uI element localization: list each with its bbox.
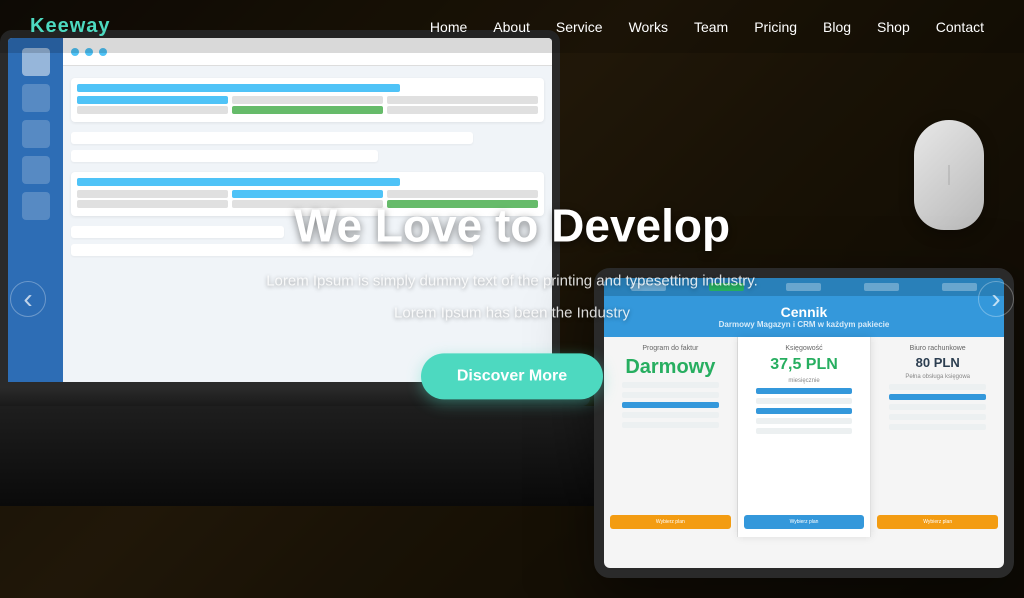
- laptop-keyboard: [0, 406, 620, 506]
- cta-btn-free[interactable]: Wybierz plan: [610, 515, 731, 529]
- feature-4b: [756, 418, 853, 424]
- app-row-2: [71, 150, 378, 162]
- nav-link-pricing[interactable]: Pricing: [744, 13, 807, 41]
- navbar: Keeway Home About Service Works Team Pri…: [0, 0, 1024, 53]
- nav-link-works[interactable]: Works: [619, 13, 678, 41]
- hero-content: We Love to Develop Lorem Ipsum is simply…: [212, 198, 812, 399]
- cta-btn-premium[interactable]: Wybierz plan: [877, 515, 998, 529]
- logo[interactable]: Keeway: [30, 15, 111, 38]
- cell-7: [77, 190, 228, 198]
- cta-btn-premium-label: Wybierz plan: [923, 519, 952, 525]
- feature-4c: [889, 414, 986, 420]
- feature-1c: [889, 384, 986, 390]
- cell-6: [387, 106, 538, 114]
- cell-4: [77, 106, 228, 114]
- nav-link-contact[interactable]: Contact: [926, 13, 994, 41]
- nav-link-team[interactable]: Team: [684, 13, 738, 41]
- nav-link-about[interactable]: About: [483, 13, 540, 41]
- mouse-body: [914, 120, 984, 230]
- slider-arrow-right[interactable]: ›: [978, 281, 1014, 317]
- sidebar-icon-2: [22, 84, 50, 112]
- hero-subtitle-line2: Lorem Ipsum has been the Industry: [212, 302, 812, 326]
- feature-5a: [622, 422, 719, 428]
- app-card-1: [71, 78, 544, 122]
- nav-link-blog[interactable]: Blog: [813, 13, 861, 41]
- cell-10: [77, 200, 228, 208]
- feature-3b: [756, 408, 853, 414]
- feature-3c: [889, 404, 986, 410]
- cell-9: [387, 190, 538, 198]
- feature-4a: [622, 412, 719, 418]
- hero-title: We Love to Develop: [212, 198, 812, 253]
- mouse-center-line: [949, 165, 950, 185]
- table-row-2: [77, 106, 538, 114]
- card-title-2: [77, 178, 400, 186]
- table-row-1: [77, 96, 538, 104]
- col-premium-label: Biuro rachunkowe: [877, 345, 998, 352]
- feature-2c: [889, 394, 986, 400]
- cell-1: [77, 96, 228, 104]
- cell-5: [232, 106, 383, 114]
- feature-5b: [756, 428, 853, 434]
- cell-3: [387, 96, 538, 104]
- col-premium-subtitle: Pełna obsługa księgowa: [877, 374, 998, 380]
- tab-item-5: [942, 283, 977, 291]
- cell-2: [232, 96, 383, 104]
- cell-8: [232, 190, 383, 198]
- tab-item-4: [864, 283, 899, 291]
- hero-subtitle-line1: Lorem Ipsum is simply dummy text of the …: [212, 270, 812, 294]
- table-row-3: [77, 190, 538, 198]
- card-title-1: [77, 84, 400, 92]
- sidebar-icon-5: [22, 192, 50, 220]
- cta-btn-mid[interactable]: Wybierz plan: [744, 515, 865, 529]
- cta-btn-mid-label: Wybierz plan: [790, 519, 819, 525]
- mouse-mockup: [914, 120, 984, 230]
- pricing-col-premium: Biuro rachunkowe 80 PLN Pełna obsługa ks…: [871, 337, 1004, 537]
- col-premium-price: 80 PLN: [877, 356, 998, 370]
- right-arrow-icon: ›: [991, 283, 1000, 315]
- feature-5c: [889, 424, 986, 430]
- app-row-1: [71, 132, 473, 144]
- slider-arrow-left[interactable]: ‹: [10, 281, 46, 317]
- nav-link-home[interactable]: Home: [420, 13, 477, 41]
- cta-btn-free-label: Wybierz plan: [656, 519, 685, 525]
- feature-3a: [622, 402, 719, 408]
- sidebar-icon-3: [22, 120, 50, 148]
- left-arrow-icon: ‹: [23, 283, 32, 315]
- sidebar-icon-4: [22, 156, 50, 184]
- hero-cta-button[interactable]: Discover More: [421, 354, 603, 400]
- nav-link-shop[interactable]: Shop: [867, 13, 920, 41]
- nav-links-container: Home About Service Works Team Pricing Bl…: [420, 13, 994, 41]
- app-sidebar: [8, 38, 63, 382]
- nav-link-service[interactable]: Service: [546, 13, 613, 41]
